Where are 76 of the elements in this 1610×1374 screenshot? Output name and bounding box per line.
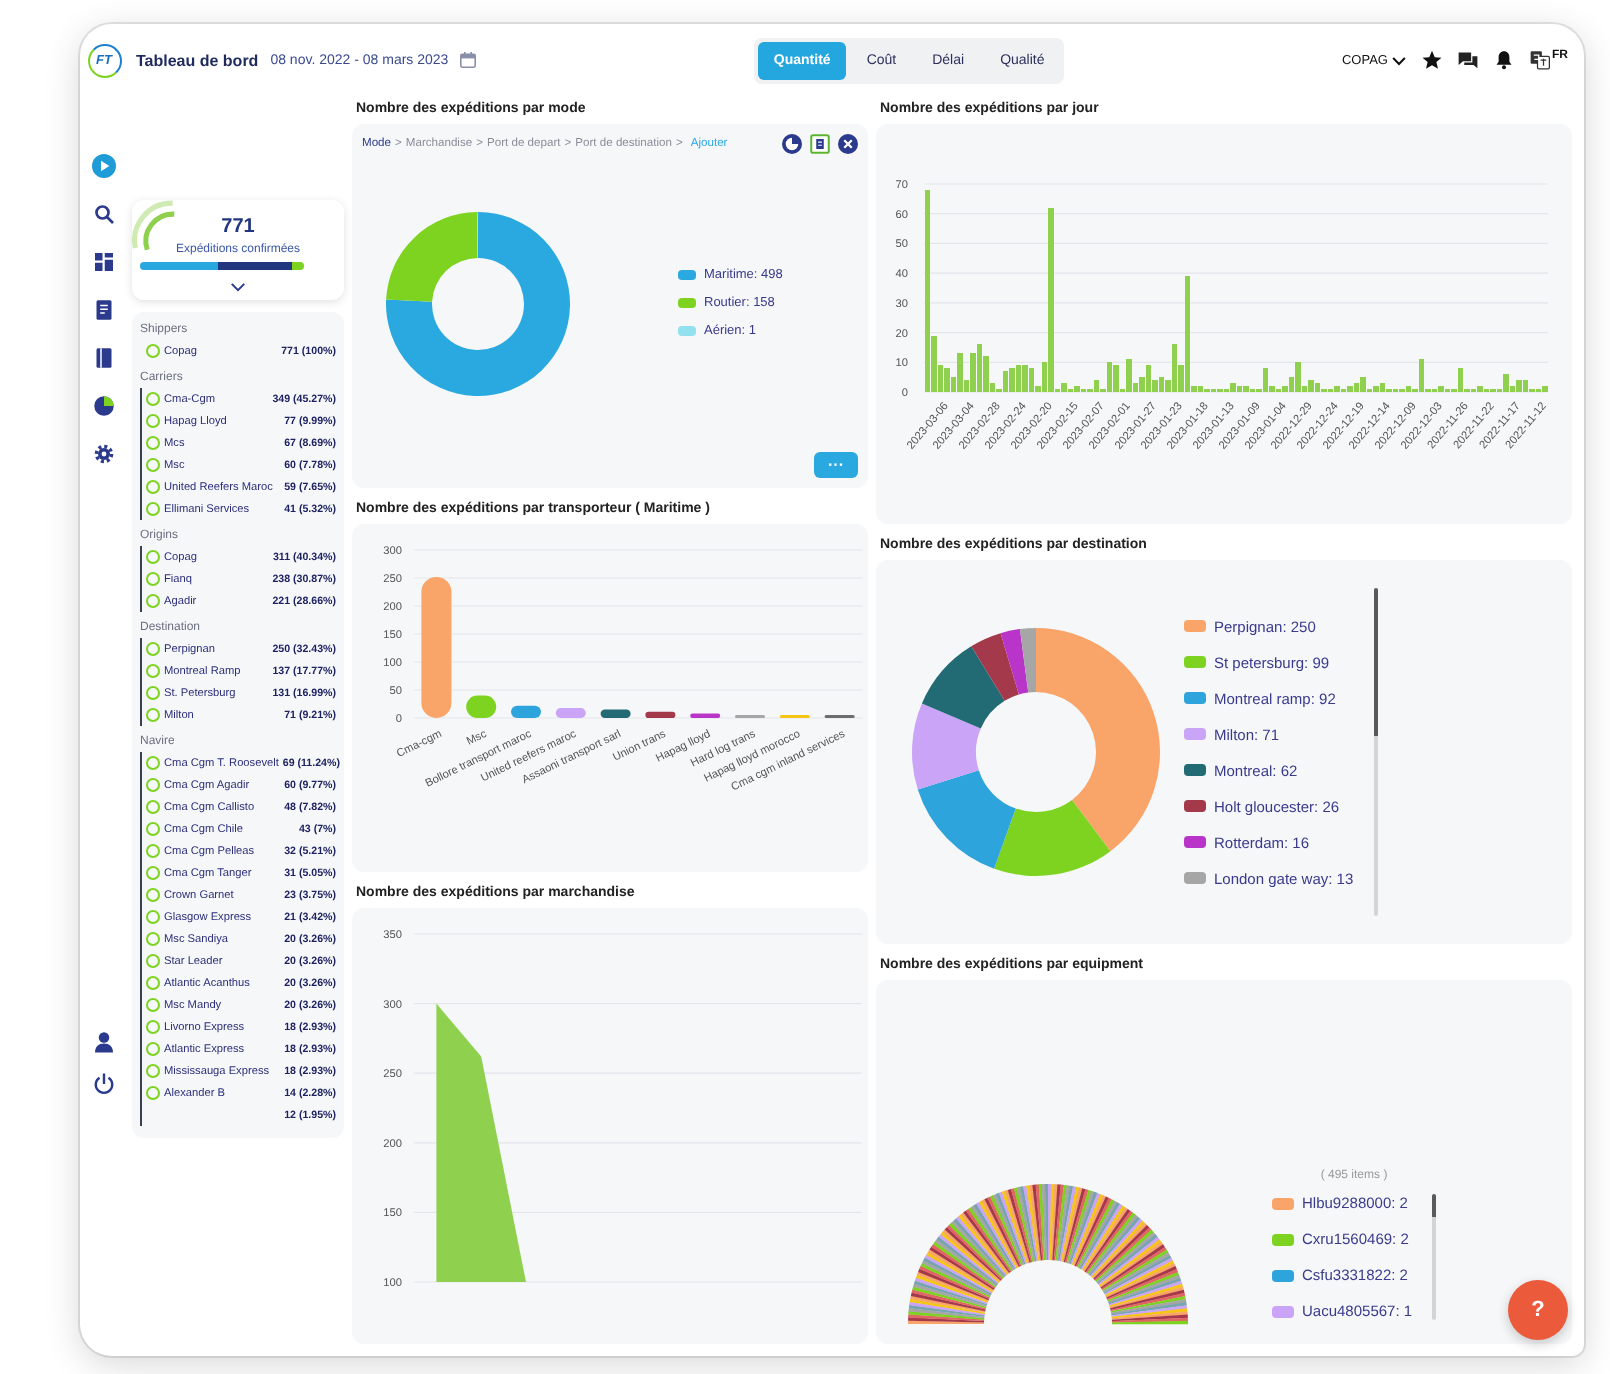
close-icon[interactable]	[838, 134, 858, 154]
filter-checkbox[interactable]	[146, 414, 160, 428]
filter-checkbox[interactable]	[146, 436, 160, 450]
filter-checkbox[interactable]	[146, 708, 160, 722]
filter-checkbox[interactable]	[146, 844, 160, 858]
swatch-icon	[1184, 872, 1206, 884]
user-icon[interactable]	[92, 1030, 116, 1054]
filter-checkbox[interactable]	[146, 550, 160, 564]
chevron-icon	[1391, 55, 1406, 65]
filter-checkbox[interactable]	[146, 932, 160, 946]
dashboard-icon[interactable]	[92, 250, 116, 274]
filter-checkbox[interactable]	[146, 344, 160, 358]
clipboard-icon[interactable]	[92, 298, 116, 322]
power-icon[interactable]	[92, 1072, 116, 1096]
calendar-icon[interactable]	[460, 52, 477, 68]
chart-bar	[511, 705, 541, 718]
filter-checkbox[interactable]	[146, 800, 160, 814]
filter-checkbox[interactable]	[146, 642, 160, 656]
filter-checkbox[interactable]	[146, 664, 160, 678]
globe-icon[interactable]	[92, 394, 116, 418]
swatch-icon	[1184, 836, 1206, 848]
swatch-icon	[678, 270, 696, 280]
swatch-icon	[678, 298, 696, 308]
legend-scrollbar[interactable]	[1432, 1194, 1437, 1320]
filter-checkbox[interactable]	[146, 572, 160, 586]
filter-checkbox[interactable]	[146, 954, 160, 968]
arc-decoration-icon	[132, 200, 176, 252]
document-icon[interactable]	[810, 134, 830, 154]
filter-checkbox[interactable]	[146, 392, 160, 406]
filter-checkbox[interactable]	[146, 756, 160, 770]
filter-checkbox[interactable]	[146, 778, 160, 792]
filter-checkbox[interactable]	[146, 594, 160, 608]
filter-checkbox[interactable]	[146, 458, 160, 472]
swatch-icon	[678, 326, 696, 336]
page-title: Tableau de bord	[136, 51, 259, 69]
swatch-icon	[1272, 1197, 1294, 1209]
filter-checkbox[interactable]	[146, 1064, 160, 1078]
filter-checkbox[interactable]	[146, 866, 160, 880]
chart-bar	[555, 707, 586, 718]
star-icon[interactable]	[1421, 50, 1442, 70]
legend-scrollbar[interactable]	[1373, 588, 1378, 916]
swatch-icon	[1272, 1305, 1294, 1317]
filter-checkbox[interactable]	[146, 910, 160, 924]
filter-checkbox[interactable]	[146, 888, 160, 902]
chart-bar	[421, 576, 452, 718]
chart-bar	[466, 695, 497, 718]
filter-checkbox[interactable]	[146, 976, 160, 990]
filter-checkbox[interactable]	[146, 1042, 160, 1056]
filter-checkbox[interactable]	[146, 502, 160, 516]
swatch-icon	[1272, 1269, 1294, 1281]
book-icon[interactable]	[92, 346, 116, 370]
play-icon[interactable]	[92, 154, 116, 178]
bell-icon[interactable]	[1493, 50, 1514, 70]
swatch-icon	[1272, 1233, 1294, 1245]
filter-checkbox[interactable]	[146, 822, 160, 836]
chart-bar	[600, 709, 631, 718]
language-icon	[1529, 50, 1550, 70]
chart-bar	[645, 711, 676, 718]
filter-checkbox[interactable]	[146, 998, 160, 1012]
swatch-icon	[1184, 692, 1206, 704]
swatch-icon	[1184, 800, 1206, 812]
filter-checkbox[interactable]	[146, 1086, 160, 1100]
chat-icon[interactable]	[1457, 50, 1478, 70]
swatch-icon	[1184, 728, 1206, 740]
chart-bar	[690, 713, 721, 718]
chevron-down-icon[interactable]	[230, 282, 246, 292]
filter-checkbox[interactable]	[146, 480, 160, 494]
filter-checkbox[interactable]	[146, 686, 160, 700]
swatch-icon	[1184, 764, 1206, 776]
summary-count: 771	[221, 216, 255, 238]
swatch-icon	[1184, 620, 1206, 632]
swatch-icon	[1184, 656, 1206, 668]
search-icon[interactable]	[92, 202, 116, 226]
settings-icon[interactable]	[92, 442, 116, 466]
pie-chart-icon[interactable]	[782, 134, 802, 154]
filter-checkbox[interactable]	[146, 1020, 160, 1034]
